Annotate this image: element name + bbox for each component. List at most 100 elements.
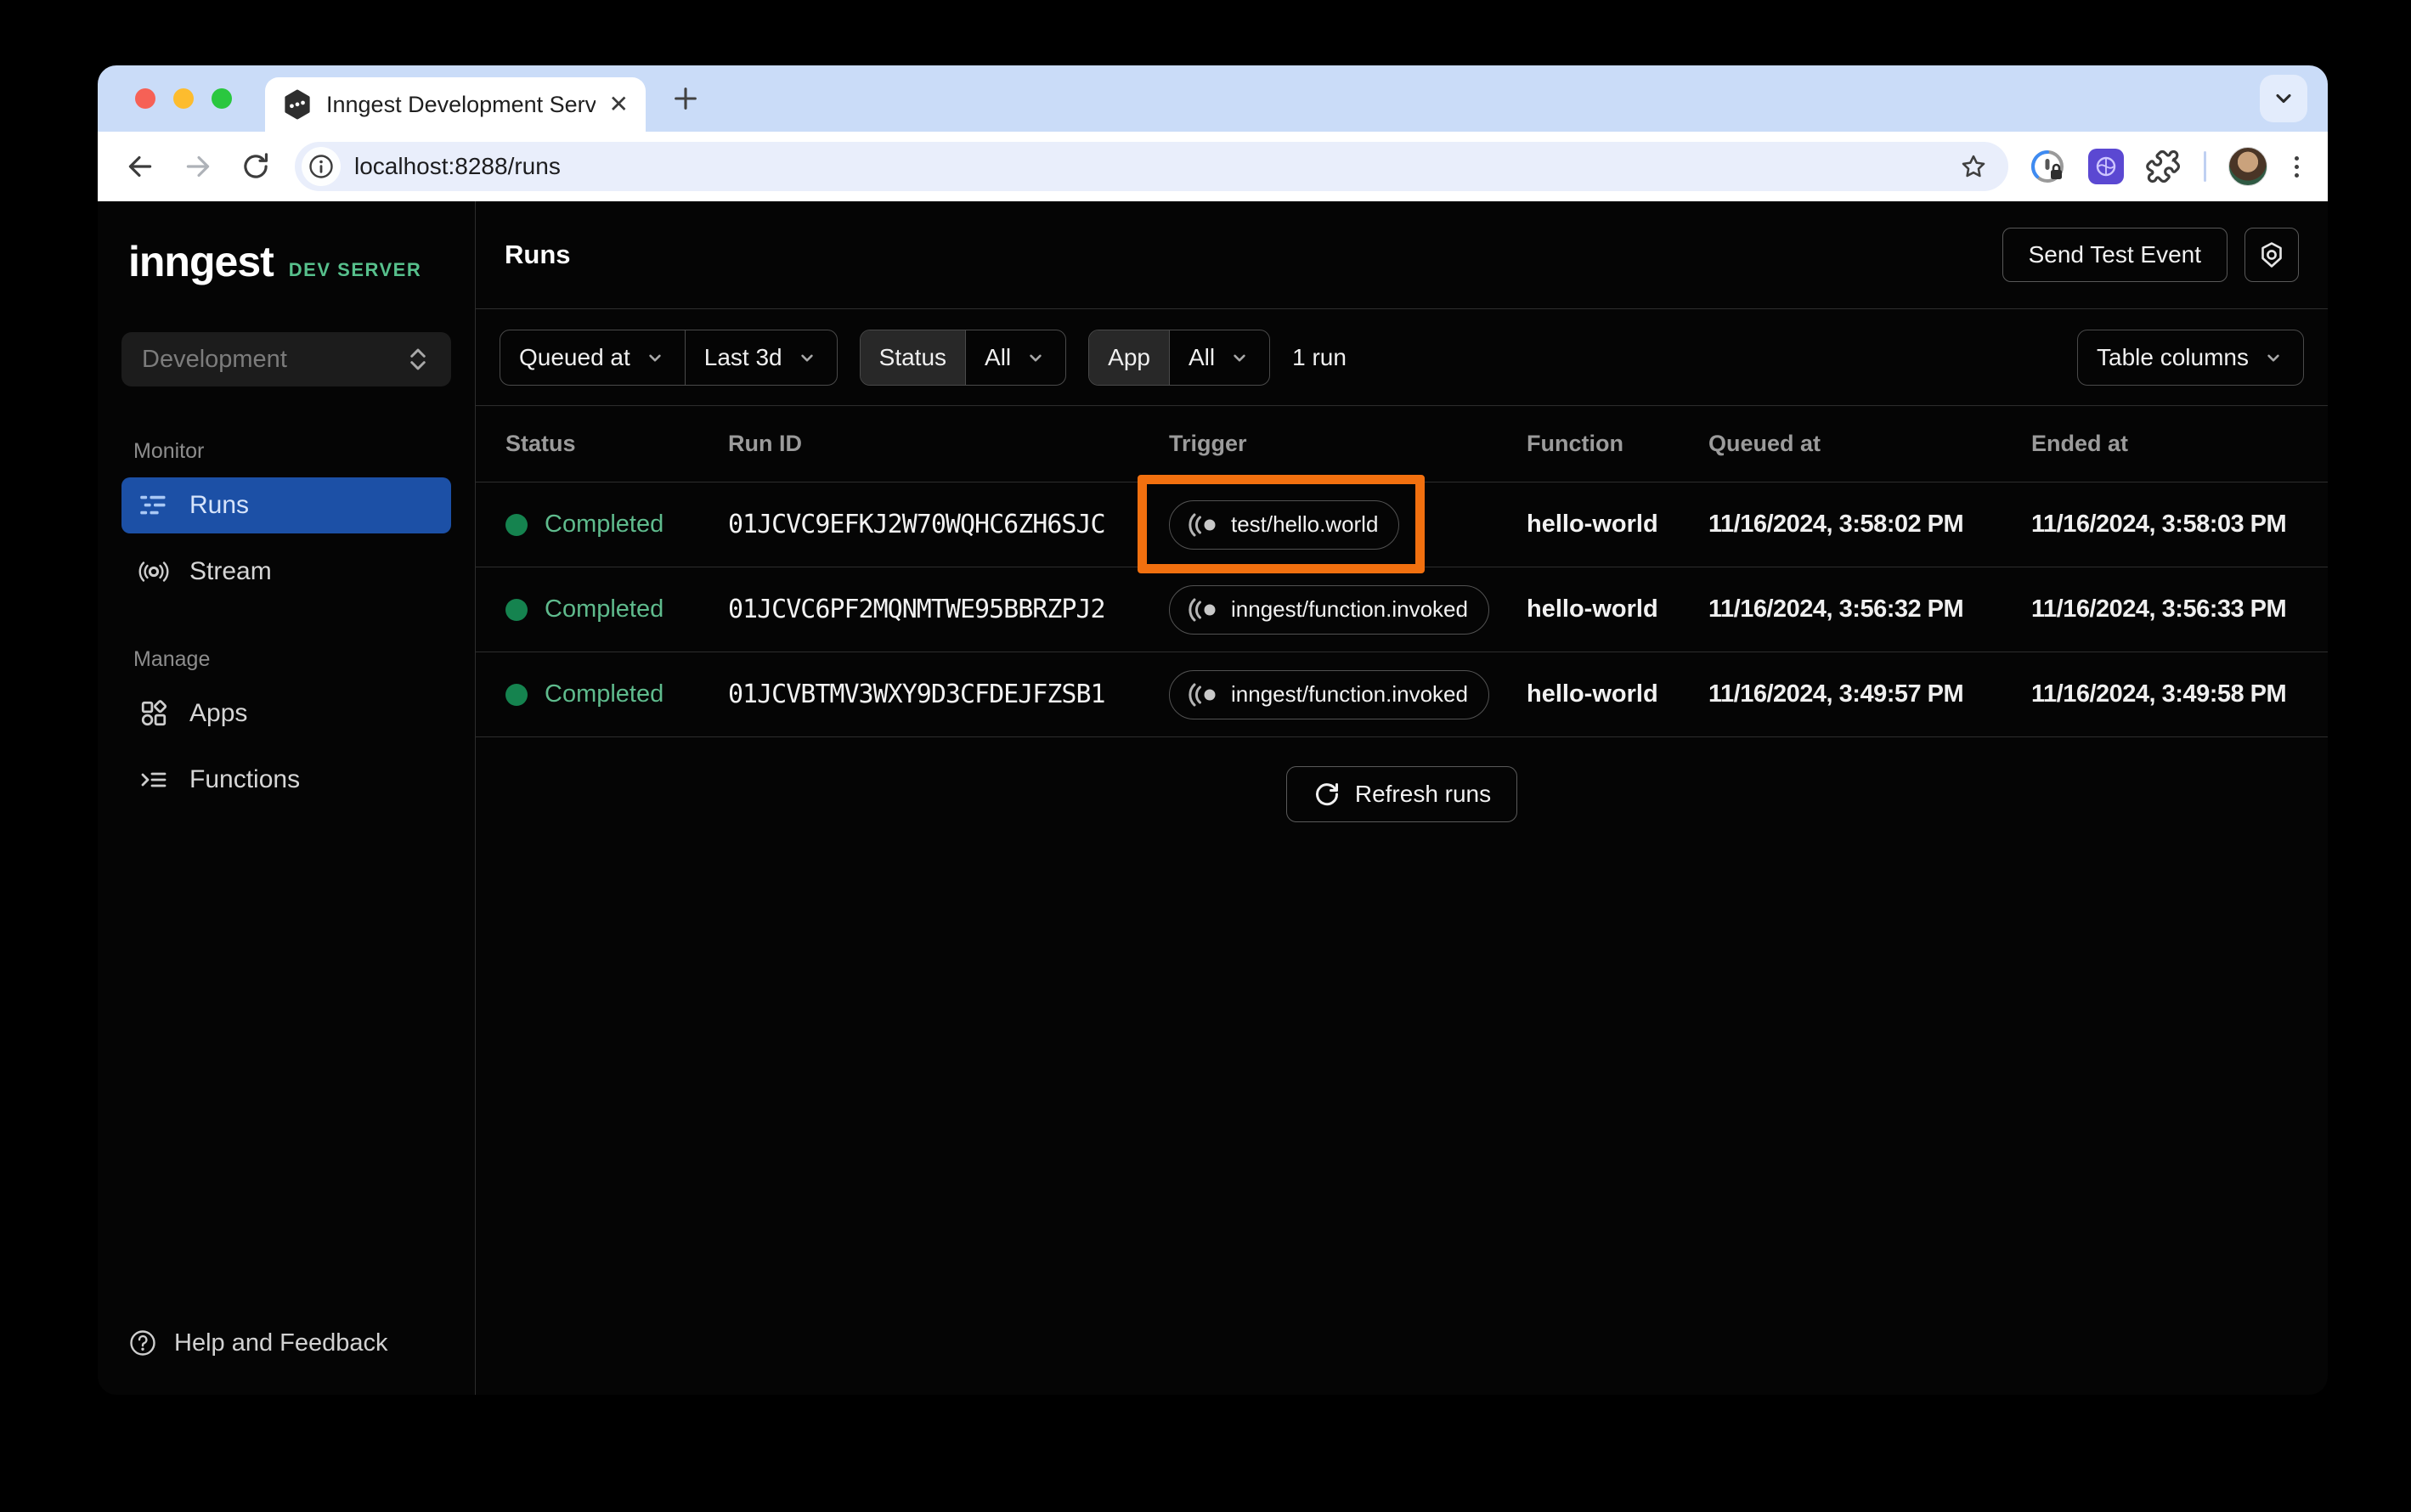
event-signal-icon: [1185, 683, 1219, 707]
address-bar[interactable]: localhost:8288/runs: [295, 142, 2008, 191]
app-filter-value: All: [1188, 343, 1216, 370]
table-header-row: Status Run ID Trigger Function Queued at…: [476, 406, 2328, 482]
table-row[interactable]: Completed 01JCVC9EFKJ2W70WQHC6ZH6SJC tes…: [476, 475, 2328, 573]
trigger-cell: inngest/function.invoked: [1169, 584, 1527, 635]
run-id-cell: 01JCVC6PF2MQNMTWE95BBRZPJ2: [728, 595, 1106, 624]
col-header-trigger: Trigger: [1169, 431, 1247, 456]
page-title: Runs: [505, 240, 571, 269]
refresh-runs-button[interactable]: Refresh runs: [1285, 766, 1518, 822]
status-cell: Completed: [505, 511, 728, 539]
refresh-runs-label: Refresh runs: [1354, 781, 1492, 807]
tab-search-chevron-button[interactable]: [2260, 75, 2307, 122]
time-range-dropdown[interactable]: Last 3d: [684, 330, 837, 385]
trigger-badge[interactable]: test/hello.world: [1169, 499, 1400, 550]
purple-extension-icon[interactable]: [2088, 149, 2124, 184]
stream-icon: [138, 556, 169, 587]
table-columns-control: Table columns: [2077, 329, 2304, 386]
chevron-down-icon: [1228, 347, 1251, 369]
trigger-name: test/hello.world: [1231, 511, 1379, 537]
queued-at-cell: 11/16/2024, 3:49:57 PM: [1708, 680, 1964, 708]
table-row[interactable]: Completed 01JCVC6PF2MQNMTWE95BBRZPJ2 inn…: [476, 567, 2328, 652]
sidebar: inngest DEV SERVER Development Monitor R…: [98, 201, 476, 1395]
app-filter-label: App: [1089, 330, 1169, 385]
inngest-logo: inngest: [128, 238, 274, 285]
status-dot-completed: [505, 683, 528, 706]
time-field-dropdown[interactable]: Queued at: [500, 330, 685, 385]
runs-icon: [138, 490, 169, 521]
inngest-app: inngest DEV SERVER Development Monitor R…: [98, 201, 2328, 1395]
new-tab-button[interactable]: [671, 84, 700, 113]
help-label: Help and Feedback: [174, 1329, 388, 1357]
status-filter-label: Status: [860, 330, 966, 385]
page-header: Runs Send Test Event: [476, 201, 2328, 309]
status-filter-value: All: [985, 343, 1012, 370]
chevron-down-icon: [644, 347, 666, 369]
col-header-run-id: Run ID: [728, 431, 802, 456]
status-label: Completed: [545, 511, 664, 538]
col-header-ended-at: Ended at: [2031, 431, 2129, 456]
run-id-cell: 01JCVBTMV3WXY9D3CFDEJFZSB1: [728, 680, 1106, 709]
col-header-status: Status: [505, 431, 576, 456]
function-cell: hello-world: [1527, 595, 1658, 623]
status-filter: Status All: [859, 329, 1067, 386]
extension-icons: [2029, 147, 2304, 186]
table-columns-label: Table columns: [2097, 343, 2249, 370]
trigger-badge[interactable]: inngest/function.invoked: [1169, 669, 1489, 719]
inngest-favicon-icon: [282, 89, 313, 120]
settings-gear-button[interactable]: [2244, 228, 2299, 282]
password-manager-extension-icon[interactable]: [2029, 148, 2066, 185]
sidebar-item-runs[interactable]: Runs: [121, 477, 451, 533]
site-info-icon[interactable]: [302, 147, 341, 186]
trigger-name: inngest/function.invoked: [1231, 596, 1468, 622]
ended-at-cell: 11/16/2024, 3:49:58 PM: [2031, 680, 2287, 708]
environment-select[interactable]: Development: [121, 332, 451, 386]
col-header-queued-at: Queued at: [1708, 431, 1821, 456]
queued-at-cell: 11/16/2024, 3:58:02 PM: [1708, 511, 1964, 538]
reload-icon[interactable]: [237, 148, 274, 185]
app-filter-dropdown[interactable]: All: [1168, 330, 1269, 385]
table-columns-dropdown[interactable]: Table columns: [2078, 330, 2303, 385]
extensions-puzzle-icon[interactable]: [2146, 149, 2182, 184]
back-icon[interactable]: [121, 148, 159, 185]
updown-chevron-icon: [405, 345, 431, 374]
tab-close-icon[interactable]: ✕: [609, 93, 629, 116]
section-monitor-label: Monitor: [133, 439, 205, 463]
zoom-window-button[interactable]: [212, 88, 232, 109]
sidebar-item-functions[interactable]: Functions: [121, 752, 451, 808]
bookmark-star-icon[interactable]: [1959, 152, 1988, 181]
trigger-name: inngest/function.invoked: [1231, 681, 1468, 707]
functions-icon: [138, 764, 169, 795]
run-id-cell: 01JCVC9EFKJ2W70WQHC6ZH6SJC: [728, 510, 1106, 539]
tab-strip: Inngest Development Server ✕: [98, 65, 2328, 132]
time-field-label: Queued at: [519, 343, 630, 370]
help-and-feedback[interactable]: Help and Feedback: [121, 1329, 451, 1357]
status-label: Completed: [545, 680, 664, 708]
chevron-down-icon: [796, 347, 818, 369]
refresh-icon: [1313, 780, 1341, 809]
table-row[interactable]: Completed 01JCVBTMV3WXY9D3CFDEJFZSB1 inn…: [476, 652, 2328, 737]
sidebar-item-apps[interactable]: Apps: [121, 685, 451, 742]
chevron-down-icon: [1025, 347, 1047, 369]
event-signal-icon: [1185, 513, 1219, 537]
status-filter-dropdown[interactable]: All: [965, 330, 1065, 385]
profile-avatar[interactable]: [2228, 147, 2267, 186]
browser-menu-icon[interactable]: [2290, 155, 2304, 178]
refresh-runs-container: Refresh runs: [476, 737, 2328, 822]
sidebar-item-stream[interactable]: Stream: [121, 544, 451, 600]
event-signal-icon: [1185, 598, 1219, 622]
queued-at-cell: 11/16/2024, 3:56:32 PM: [1708, 595, 1964, 623]
function-cell: hello-world: [1527, 511, 1658, 538]
browser-tab[interactable]: Inngest Development Server ✕: [265, 77, 646, 132]
close-window-button[interactable]: [135, 88, 155, 109]
time-filter: Queued at Last 3d: [500, 329, 838, 386]
forward-icon[interactable]: [179, 148, 217, 185]
time-range-value: Last 3d: [703, 343, 782, 370]
environment-select-value: Development: [142, 345, 287, 373]
minimize-window-button[interactable]: [173, 88, 194, 109]
tab-title: Inngest Development Server: [326, 91, 596, 117]
ended-at-cell: 11/16/2024, 3:56:33 PM: [2031, 595, 2287, 623]
send-test-event-button[interactable]: Send Test Event: [2002, 228, 2227, 282]
status-cell: Completed: [505, 680, 728, 708]
trigger-badge[interactable]: inngest/function.invoked: [1169, 584, 1489, 635]
